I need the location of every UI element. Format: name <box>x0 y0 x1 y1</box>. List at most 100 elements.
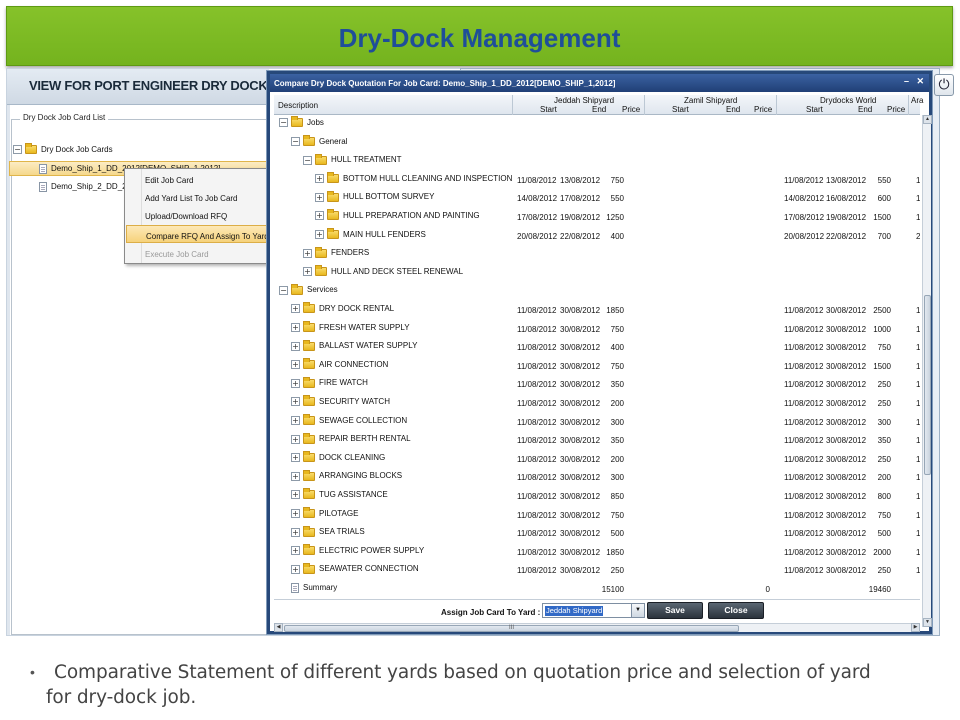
expand-icon[interactable]: + <box>291 341 300 351</box>
table-row[interactable]: + TUG ASSISTANCE 11/08/2012 30/08/2012 850 11… <box>274 487 920 505</box>
tree-root[interactable]: − Dry Dock Job Cards <box>13 143 113 155</box>
table-row[interactable]: + FENDERS <box>274 245 920 263</box>
folder-icon <box>303 544 315 556</box>
table-row[interactable]: − Jobs <box>274 115 920 133</box>
drydocks-price: 1500 <box>873 213 891 222</box>
expand-icon[interactable]: + <box>291 527 300 537</box>
horizontal-scrollbar[interactable]: ◀ III ▶ <box>274 623 920 632</box>
menu-item-compare-rfq[interactable]: Compare RFQ And Assign To Yard <box>126 225 272 243</box>
close-button[interactable]: Close <box>708 602 764 619</box>
collapse-icon[interactable]: − <box>303 155 312 165</box>
expand-icon[interactable]: + <box>291 546 300 556</box>
table-row[interactable]: − General <box>274 134 920 152</box>
drydocks-price: 1000 <box>873 324 891 334</box>
expand-icon[interactable]: + <box>291 304 300 314</box>
quotation-tree-grid: − Jobs − General − HULL TREATMENT + BOTTOM HULL… <box>274 115 920 599</box>
table-row[interactable]: + FRESH WATER SUPPLY 11/08/2012 30/08/2012 7… <box>274 320 920 338</box>
expand-icon[interactable]: + <box>315 192 324 202</box>
jeddah-price: 750 <box>610 175 624 185</box>
save-button[interactable]: Save <box>647 602 703 619</box>
expand-icon[interactable]: + <box>291 360 300 370</box>
assign-yard-label: Assign Job Card To Yard : <box>441 608 541 617</box>
table-row[interactable]: + AIR CONNECTION 11/08/2012 30/08/2012 750 11… <box>274 357 920 375</box>
table-row[interactable]: + PILOTAGE 11/08/2012 30/08/2012 750 11/08/20… <box>274 506 920 524</box>
collapse-icon[interactable]: − <box>279 285 288 295</box>
menu-item-execute-job-card: Execute Job Card <box>145 250 209 259</box>
scroll-left-icon[interactable]: ◀ <box>274 623 283 632</box>
app-title: Dry-Dock Management <box>338 23 621 53</box>
column-yard-drydocks[interactable]: Drydocks World <box>820 96 876 105</box>
folder-icon <box>315 265 327 277</box>
power-icon[interactable]: ⏻ <box>934 74 954 96</box>
drydocks-start: 11/08/2012 <box>784 436 824 446</box>
minimize-icon[interactable]: – <box>904 76 909 86</box>
table-row[interactable]: + HULL PREPARATION AND PAINTING 17/08/2012… <box>274 208 920 226</box>
vertical-scrollbar[interactable]: ▲ ▼ <box>922 115 932 627</box>
table-row[interactable]: + SEAWATER CONNECTION 11/08/2012 30/08/2012… <box>274 561 920 579</box>
expand-icon[interactable]: + <box>291 415 300 425</box>
table-row[interactable]: + DOCK CLEANING 11/08/2012 30/08/2012 200 11/… <box>274 450 920 468</box>
table-row[interactable]: + SEWAGE COLLECTION 11/08/2012 30/08/2012 30… <box>274 413 920 431</box>
row-label: ARRANGING BLOCKS <box>319 471 403 481</box>
expand-icon[interactable]: + <box>291 508 300 518</box>
table-row[interactable]: + BALLAST WATER SUPPLY 11/08/2012 30/08/201… <box>274 338 920 356</box>
close-icon[interactable]: ✕ <box>916 76 924 87</box>
expand-icon[interactable]: + <box>315 229 324 239</box>
table-row[interactable]: − Services <box>274 282 920 300</box>
column-yard-jeddah[interactable]: Jeddah Shipyard <box>554 96 614 105</box>
table-row[interactable]: + SECURITY WATCH 11/08/2012 30/08/2012 200 11… <box>274 394 920 412</box>
expand-icon[interactable]: + <box>291 564 300 574</box>
row-label: SEAWATER CONNECTION <box>319 564 419 574</box>
scroll-right-icon[interactable]: ▶ <box>911 623 920 632</box>
expand-icon[interactable]: + <box>291 378 300 388</box>
caption-line: for dry-dock job. <box>46 687 197 708</box>
table-row[interactable]: + MAIN HULL FENDERS 20/08/2012 22/08/2012 40… <box>274 227 920 245</box>
expand-icon[interactable]: + <box>315 211 324 221</box>
menu-item-edit-job-card[interactable]: Edit Job Card <box>126 170 272 188</box>
table-row[interactable]: + BOTTOM HULL CLEANING AND INSPECTION 11/0… <box>274 171 920 189</box>
collapse-icon[interactable]: − <box>279 118 288 128</box>
table-row[interactable]: + HULL AND DECK STEEL RENEWAL <box>274 264 920 282</box>
horizontal-scroll-thumb[interactable]: III <box>284 625 739 632</box>
expand-icon[interactable]: + <box>291 397 300 407</box>
folder-icon <box>303 562 315 574</box>
vertical-scroll-thumb[interactable] <box>924 295 931 475</box>
table-row[interactable]: + ARRANGING BLOCKS 11/08/2012 30/08/2012 300… <box>274 468 920 486</box>
collapse-icon[interactable]: − <box>291 136 300 146</box>
menu-item-upload-download-rfq[interactable]: Upload/Download RFQ <box>126 206 272 224</box>
expand-icon[interactable]: + <box>291 322 300 332</box>
expand-icon[interactable]: + <box>291 490 300 500</box>
expand-icon[interactable]: + <box>303 267 312 277</box>
collapse-icon[interactable]: − <box>13 145 22 155</box>
expand-icon[interactable]: + <box>291 471 300 481</box>
jeddah-start: 11/08/2012 <box>517 175 557 185</box>
ara-price: 1 <box>916 213 920 222</box>
drydocks-price: 200 <box>877 473 891 483</box>
scroll-down-icon[interactable]: ▼ <box>923 618 932 627</box>
chevron-down-icon[interactable]: ▼ <box>631 604 644 617</box>
column-yard-ara[interactable]: Ara <box>911 96 923 105</box>
expand-icon[interactable]: + <box>291 434 300 444</box>
summary-row[interactable]: Summary 15100 0 19460 <box>274 580 920 598</box>
scroll-up-icon[interactable]: ▲ <box>923 115 932 124</box>
column-yard-zamil[interactable]: Zamil Shipyard <box>684 96 737 105</box>
table-row[interactable]: + FIRE WATCH 11/08/2012 30/08/2012 350 11/08/… <box>274 375 920 393</box>
expand-icon[interactable]: + <box>315 174 324 184</box>
drydocks-price: 500 <box>877 529 891 539</box>
dialog-title-bar: Compare Dry Dock Quotation For Job Card:… <box>270 74 929 92</box>
column-divider <box>908 95 909 115</box>
menu-item-add-yard-list[interactable]: Add Yard List To Job Card <box>126 188 272 206</box>
column-description[interactable]: Description <box>278 101 318 110</box>
table-row[interactable]: − HULL TREATMENT <box>274 152 920 170</box>
table-row[interactable]: + HULL BOTTOM SURVEY 14/08/2012 17/08/2012 5… <box>274 189 920 207</box>
yard-select[interactable]: Jeddah Shipyard ▼ <box>542 603 645 618</box>
table-row[interactable]: + DRY DOCK RENTAL 11/08/2012 30/08/2012 1850… <box>274 301 920 319</box>
expand-icon[interactable]: + <box>303 248 312 258</box>
table-row[interactable]: + ELECTRIC POWER SUPPLY 11/08/2012 30/08/20… <box>274 543 920 561</box>
jeddah-price: 350 <box>610 380 624 390</box>
table-row[interactable]: + SEA TRIALS 11/08/2012 30/08/2012 500 11/08/… <box>274 524 920 542</box>
col-price: Price <box>754 105 773 114</box>
expand-icon[interactable]: + <box>291 453 300 463</box>
table-row[interactable]: + REPAIR BERTH RENTAL 11/08/2012 30/08/2012… <box>274 431 920 449</box>
job-card-item[interactable]: Demo_Ship_2_DD_2 <box>39 182 127 192</box>
